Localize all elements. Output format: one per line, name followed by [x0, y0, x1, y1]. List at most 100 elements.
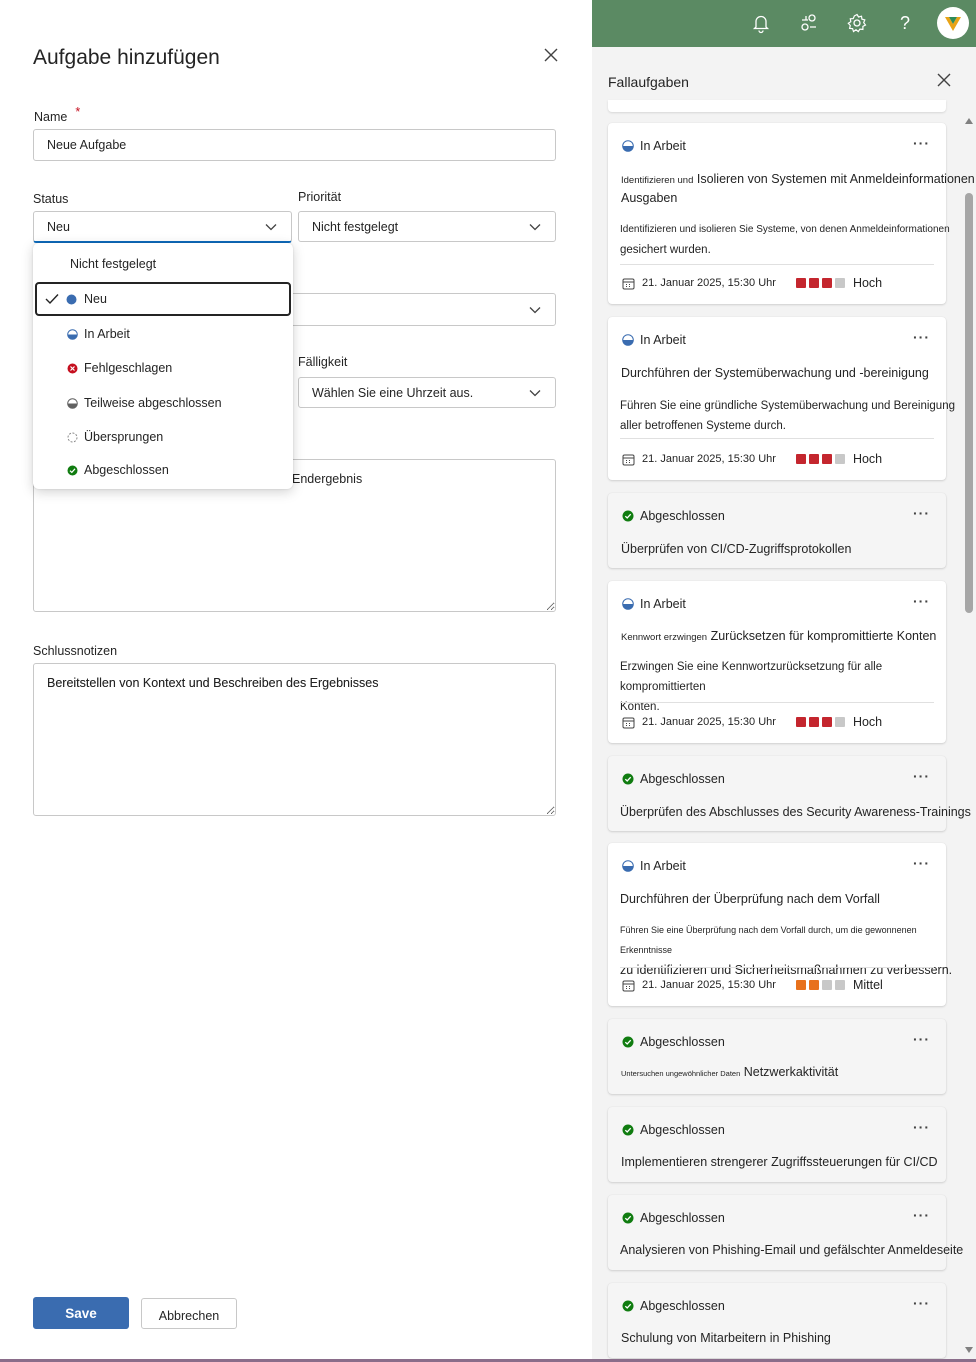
- check-circle-icon: [622, 1124, 634, 1136]
- more-options-icon[interactable]: ···: [913, 1207, 930, 1223]
- check-circle-icon: [622, 1300, 634, 1312]
- check-circle-icon: [622, 1036, 634, 1048]
- more-options-icon[interactable]: ···: [913, 1295, 930, 1311]
- check-circle-icon: [622, 510, 634, 522]
- task-description: Identifizieren und isolieren Sie Systeme…: [620, 224, 950, 256]
- status-option-completed[interactable]: Abgeschlossen: [35, 453, 291, 487]
- half-gray-circle-icon: [67, 397, 78, 409]
- task-card[interactable]: Abgeschlossen ··· Schulung von Mitarbeit…: [608, 1283, 946, 1358]
- case-tasks-panel: ? Fallaufgaben In Arbeit ··· Identifizie…: [592, 0, 976, 1362]
- task-title: Analysieren von Phishing-Email und gefäl…: [620, 1243, 964, 1257]
- name-label: Name *: [34, 105, 81, 124]
- task-card[interactable]: In Arbeit ··· Durchführen der Systemüber…: [608, 317, 955, 480]
- status-option-failed[interactable]: Fehlgeschlagen: [35, 351, 291, 385]
- priority-select-value: Nicht festgelegt: [312, 219, 399, 234]
- status-select[interactable]: Neu: [33, 211, 292, 243]
- in-progress-icon: [622, 140, 634, 152]
- scroll-up-arrow-icon[interactable]: [965, 118, 973, 124]
- task-status: Abgeschlossen: [622, 1035, 725, 1049]
- dialog-title: Aufgabe hinzufügen: [33, 46, 220, 69]
- divider: [620, 967, 934, 968]
- check-circle-icon: [622, 773, 634, 785]
- filled-circle-icon: [66, 294, 77, 304]
- task-title: Durchführen der Überprüfung nach dem Vor…: [620, 892, 880, 906]
- more-options-icon[interactable]: ···: [913, 329, 930, 345]
- scrollbar-thumb[interactable]: [965, 193, 973, 613]
- half-circle-icon: [67, 328, 78, 340]
- task-status: Abgeschlossen: [622, 1299, 725, 1313]
- task-due-meta: 21. Januar 2025, 15:30 Uhr Hoch: [622, 715, 882, 729]
- add-task-dialog: Aufgabe hinzufügen Name * Neue Aufgabe St…: [0, 0, 592, 1362]
- more-options-icon[interactable]: ···: [913, 768, 930, 784]
- status-label: Status: [33, 192, 69, 206]
- task-title: Überprüfen von CI/CD-Zugriffsprotokollen: [621, 542, 852, 556]
- chevron-down-icon: [529, 389, 541, 396]
- task-due-meta: 21. Januar 2025, 15:30 Uhr Hoch: [622, 452, 882, 466]
- chevron-down-icon: [529, 223, 541, 230]
- due-time-select[interactable]: Wählen Sie eine Uhrzeit aus.: [298, 377, 556, 408]
- more-options-icon[interactable]: ···: [913, 1031, 930, 1047]
- status-option-new[interactable]: Neu: [35, 282, 291, 316]
- task-title: Überprüfen des Abschlusses des Security …: [620, 805, 971, 819]
- task-description: Führen Sie eine gründliche Systemüberwac…: [620, 400, 955, 432]
- more-options-icon[interactable]: ···: [913, 505, 930, 521]
- bell-icon[interactable]: [750, 12, 772, 34]
- task-card[interactable]: In Arbeit ··· Durchführen der Überprüfun…: [608, 843, 952, 1006]
- calendar-icon: [622, 717, 635, 728]
- calendar-icon: [622, 980, 635, 991]
- task-card[interactable]: Abgeschlossen ··· Implementieren strenge…: [608, 1107, 946, 1182]
- task-title: Schulung von Mitarbeitern in Phishing: [621, 1331, 831, 1345]
- priority-bars: [795, 454, 848, 464]
- close-icon[interactable]: [936, 72, 952, 88]
- task-status: In Arbeit: [622, 333, 686, 347]
- divider: [620, 264, 934, 265]
- status-option-partially-completed[interactable]: Teilweise abgeschlossen: [35, 386, 291, 420]
- calendar-icon: [622, 454, 635, 465]
- status-dropdown-menu: Nicht festgelegt Neu In Arbeit Fehlgesch…: [33, 243, 293, 489]
- task-card[interactable]: In Arbeit ··· Kennwort erzwingen Zurücks…: [608, 581, 946, 743]
- task-card[interactable]: Abgeschlossen ··· Überprüfen von CI/CD-Z…: [608, 493, 946, 568]
- due-label: Fälligkeit: [298, 355, 348, 369]
- panel-title: Fallaufgaben: [608, 74, 689, 90]
- priority-select[interactable]: Nicht festgelegt: [298, 211, 556, 242]
- more-options-icon[interactable]: ···: [913, 593, 930, 609]
- failed-x-icon: [67, 363, 78, 373]
- more-options-icon[interactable]: ···: [913, 855, 930, 871]
- task-status: In Arbeit: [622, 139, 686, 153]
- task-card[interactable]: Abgeschlossen ··· Untersuchen ungewöhnli…: [608, 1019, 946, 1094]
- more-options-icon[interactable]: ···: [913, 135, 930, 151]
- status-option-not-set[interactable]: Nicht festgelegt: [35, 247, 291, 281]
- scroll-down-arrow-icon[interactable]: [965, 1347, 973, 1353]
- close-icon[interactable]: [542, 46, 560, 64]
- task-title: Untersuchen ungewöhnlicher Daten Netzwer…: [621, 1065, 839, 1079]
- status-option-in-progress[interactable]: In Arbeit: [35, 317, 291, 351]
- in-progress-icon: [622, 334, 634, 346]
- status-select-value: Neu: [47, 219, 70, 234]
- save-button[interactable]: Save: [33, 1297, 129, 1329]
- closing-notes-label: Schlussnotizen: [33, 644, 118, 658]
- dashed-circle-icon: [67, 432, 78, 442]
- status-option-skipped[interactable]: Übersprungen: [35, 420, 291, 454]
- calendar-icon: [622, 278, 635, 289]
- share-icon[interactable]: [798, 12, 820, 34]
- task-card[interactable]: Abgeschlossen ··· Überprüfen des Abschlu…: [608, 756, 971, 831]
- task-description: Führen Sie eine Überprüfung nach dem Vor…: [620, 925, 953, 977]
- task-status: Abgeschlossen: [622, 772, 725, 786]
- avatar[interactable]: [937, 7, 969, 39]
- top-bar: ?: [592, 0, 976, 47]
- name-input[interactable]: Neue Aufgabe: [33, 129, 556, 161]
- priority-label: Priorität: [298, 190, 342, 204]
- divider: [620, 702, 934, 703]
- more-options-icon[interactable]: ···: [913, 1119, 930, 1135]
- required-mark: *: [75, 105, 81, 119]
- priority-bars: [795, 980, 848, 990]
- check-circle-icon: [67, 465, 78, 475]
- task-card[interactable]: Abgeschlossen ··· Analysieren von Phishi…: [608, 1195, 963, 1270]
- checkmark-icon: [45, 294, 59, 305]
- cancel-button[interactable]: Abbrechen: [141, 1298, 237, 1329]
- task-card[interactable]: In Arbeit ··· Identifizieren und Isolier…: [608, 123, 975, 304]
- in-progress-icon: [622, 598, 634, 610]
- task-title: Durchführen der Systemüberwachung und -b…: [621, 366, 929, 380]
- gear-icon[interactable]: [846, 12, 868, 34]
- help-icon[interactable]: ?: [894, 12, 916, 34]
